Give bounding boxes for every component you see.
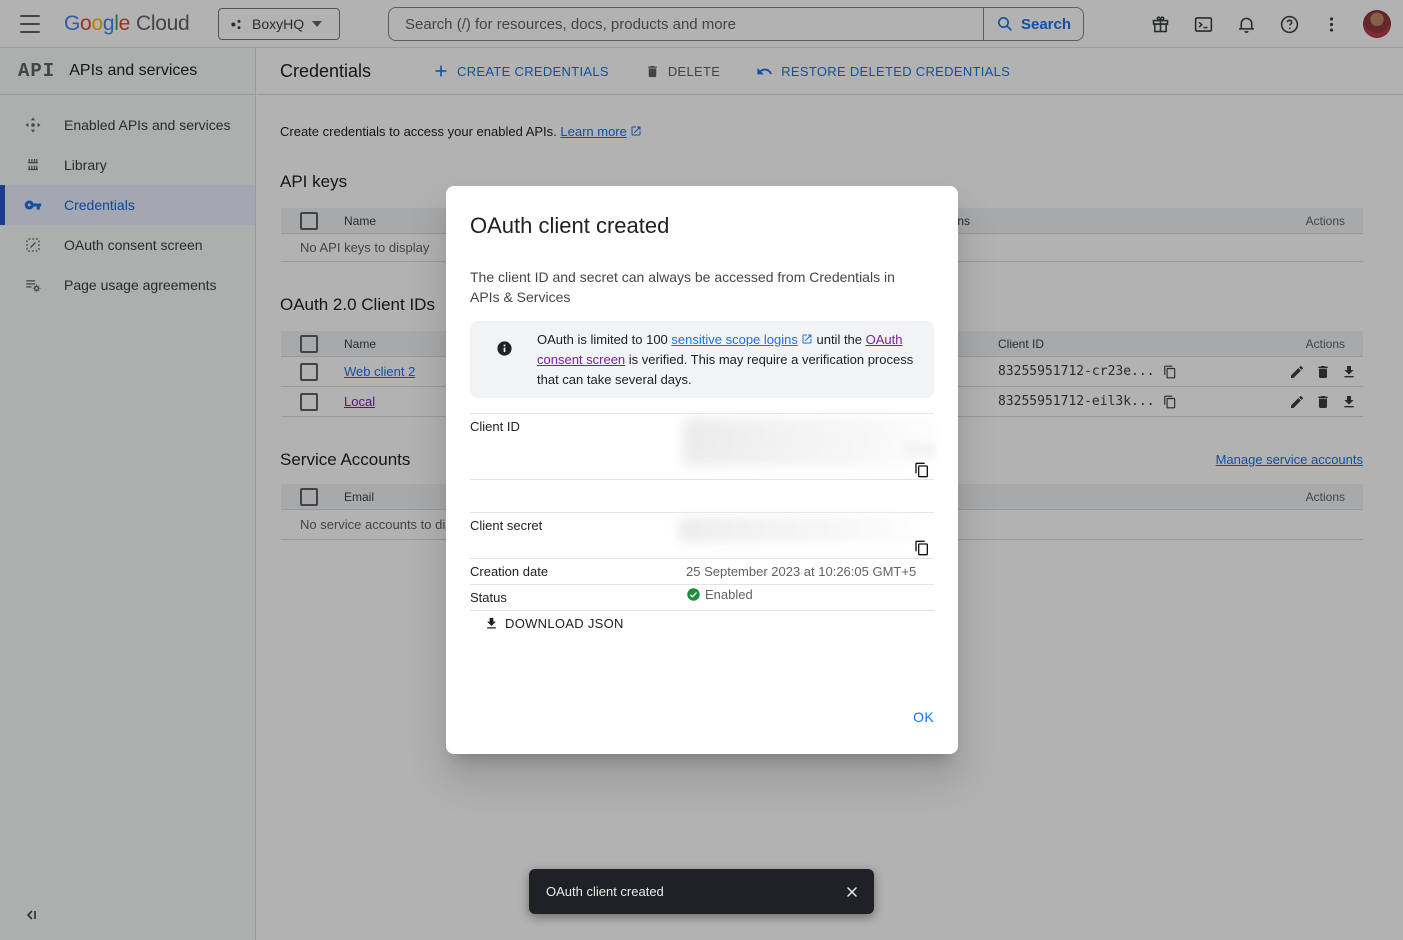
notice-box: OAuth is limited to 100 sensitive scope … bbox=[470, 321, 934, 398]
creation-date-label: Creation date bbox=[470, 564, 548, 579]
close-icon[interactable] bbox=[843, 883, 861, 901]
client-secret-redacted-value bbox=[678, 517, 912, 542]
client-id-redacted-value bbox=[683, 418, 935, 466]
download-json-button[interactable]: DOWNLOAD JSON bbox=[484, 616, 624, 631]
divider bbox=[470, 512, 934, 513]
client-secret-label: Client secret bbox=[470, 518, 542, 533]
notice-text: OAuth is limited to 100 sensitive scope … bbox=[537, 330, 921, 390]
client-id-redacted-value bbox=[904, 443, 935, 457]
sensitive-scope-logins-link[interactable]: sensitive scope logins bbox=[671, 332, 797, 347]
client-id-label: Client ID bbox=[470, 419, 520, 434]
divider bbox=[470, 479, 934, 480]
info-icon bbox=[496, 340, 513, 357]
divider bbox=[470, 584, 934, 585]
divider bbox=[470, 413, 934, 414]
oauth-client-created-dialog: OAuth client created The client ID and s… bbox=[446, 186, 958, 754]
check-circle-icon bbox=[686, 587, 701, 602]
copy-client-secret-icon[interactable] bbox=[914, 540, 930, 556]
external-link-icon bbox=[801, 333, 813, 345]
status-label: Status bbox=[470, 590, 507, 605]
creation-date-value: 25 September 2023 at 10:26:05 GMT+5 bbox=[686, 564, 916, 579]
divider bbox=[470, 610, 934, 611]
download-icon bbox=[484, 616, 499, 631]
dialog-description: The client ID and secret can always be a… bbox=[470, 267, 922, 307]
ok-button[interactable]: OK bbox=[913, 709, 934, 725]
toast-message: OAuth client created bbox=[546, 884, 664, 899]
toast: OAuth client created bbox=[529, 869, 874, 914]
dialog-title: OAuth client created bbox=[470, 213, 669, 239]
copy-client-id-icon[interactable] bbox=[914, 462, 930, 478]
status-value: Enabled bbox=[686, 587, 753, 602]
divider bbox=[470, 558, 934, 559]
